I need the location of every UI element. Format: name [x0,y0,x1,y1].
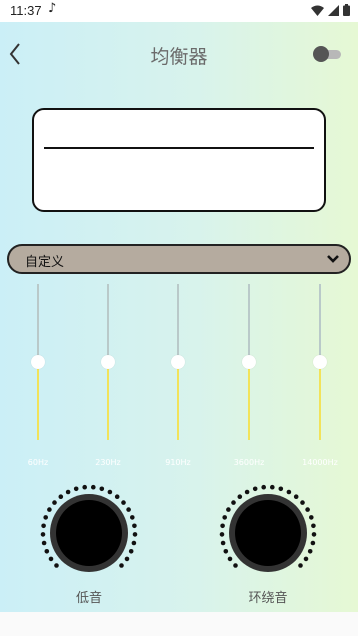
equalizer-toggle[interactable] [313,46,343,62]
slider-track-lower [319,364,321,440]
surround-knob[interactable] [218,483,318,583]
status-icons [311,4,350,16]
eq-slider[interactable] [310,284,330,444]
slider-track-upper [177,284,179,360]
slider-track-upper [319,284,321,360]
chevron-down-icon [327,255,339,263]
page-title: 均衡器 [150,46,208,68]
toggle-thumb [313,46,329,62]
slider-thumb[interactable] [171,355,185,369]
slider-track-upper [37,284,39,360]
band-frequency-label: 230Hz [95,458,121,467]
eq-curve-display [32,108,326,212]
eq-slider[interactable] [168,284,188,444]
preset-dropdown[interactable]: 自定义 [7,244,351,274]
slider-track-lower [177,364,179,440]
slider-thumb[interactable] [101,355,115,369]
battery-icon [343,4,350,16]
slider-track-lower [248,364,250,440]
status-time: 11:37 [10,3,42,18]
slider-track-lower [37,364,39,440]
status-bar: 11:37 ♪ [0,0,358,22]
equalizer-screen: 均衡器 自定义 60Hz 230Hz 910Hz 3600Hz 14000Hz 低音 环… [0,22,358,612]
eq-slider[interactable] [28,284,48,444]
slider-thumb[interactable] [313,355,327,369]
slider-track-lower [107,364,109,440]
music-note-icon: ♪ [48,1,57,16]
slider-track-upper [107,284,109,360]
band-frequency-label: 3600Hz [233,458,265,467]
bass-knob[interactable] [39,483,139,583]
band-frequency-label: 14000Hz [302,458,338,467]
dial-icon [219,484,317,572]
eq-slider[interactable] [239,284,259,444]
signal-icon [328,4,339,16]
band-frequency-label: 60Hz [27,458,49,467]
band-frequency-label: 910Hz [165,458,191,467]
eq-slider[interactable] [98,284,118,444]
preset-label: 自定义 [25,255,65,270]
slider-thumb[interactable] [242,355,256,369]
surround-knob-label: 环绕音 [248,591,288,606]
slider-thumb[interactable] [31,355,45,369]
dial-icon [40,484,138,572]
bottom-strip [0,612,358,636]
slider-track-upper [248,284,250,360]
bass-knob-label: 低音 [75,591,102,606]
wifi-icon [311,5,324,16]
eq-curve-line [44,147,314,149]
